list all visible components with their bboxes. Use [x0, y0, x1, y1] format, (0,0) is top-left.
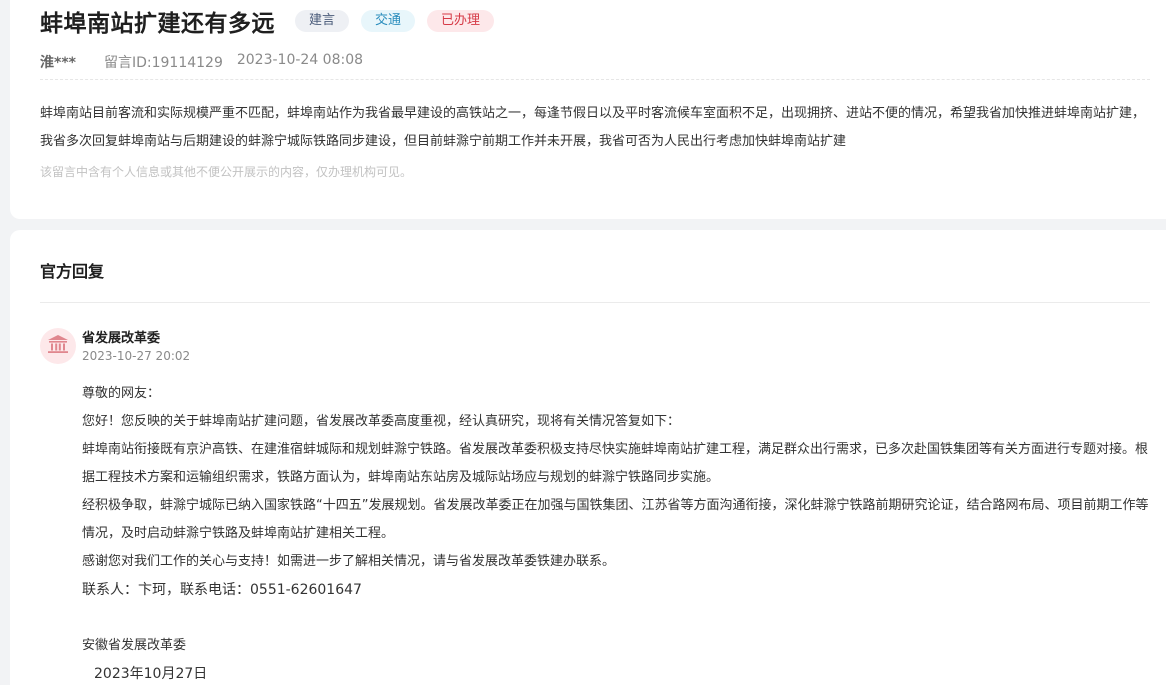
reply-date: 2023-10-27 20:02 — [82, 349, 191, 363]
reply-paragraph: 您好！您反映的关于蚌埠南站扩建问题，省发展改革委高度重视，经认真研究，现将有关情… — [82, 414, 681, 429]
divider — [40, 79, 1150, 80]
tag-suggestion[interactable]: 建言 — [295, 10, 350, 32]
title-row: 蚌埠南站扩建还有多远 建言 交通 已办理 — [40, 4, 495, 38]
reply-organization: 省发展改革委 — [82, 331, 161, 346]
government-building-icon — [47, 334, 69, 358]
message-datetime: 2023-10-24 08:08 — [236, 52, 364, 68]
reply-paragraph: 蚌埠南站衔接既有京沪高铁、在建淮宿蚌城际和规划蚌滁宁铁路。省发展改革委积极支持尽… — [82, 442, 1149, 485]
author-name: 淮*** — [40, 55, 76, 71]
reply-body: 尊敬的网友： 您好！您反映的关于蚌埠南站扩建问题，省发展改革委高度重视，经认真研… — [82, 380, 1157, 685]
divider — [40, 302, 1150, 303]
reply-signature: 安徽省发展改革委 — [82, 638, 187, 653]
reply-paragraph: 经积极争取，蚌滁宁城际已纳入国家铁路“十四五”发展规划。省发展改革委正在加强与国… — [82, 498, 1149, 541]
avatar — [40, 328, 76, 364]
message-content: 蚌埠南站目前客流和实际规模严重不匹配，蚌埠南站作为我省最早建设的高铁站之一，每逢… — [40, 106, 1146, 149]
page-title: 蚌埠南站扩建还有多远 — [40, 11, 275, 37]
message-card: 蚌埠南站扩建还有多远 建言 交通 已办理 淮*** 留言ID:19114129 … — [10, 0, 1166, 219]
reply-sign-date: 2023年10月27日 — [94, 666, 208, 682]
reply-paragraph: 感谢您对我们工作的关心与支持！如需进一步了解相关情况，请与省发展改革委铁建办联系… — [82, 554, 616, 569]
official-reply-card: 官方回复 省发展改革委 2023-10-27 20:02 尊敬的网友： 您好！您… — [10, 230, 1166, 685]
section-title: 官方回复 — [40, 262, 105, 281]
privacy-note: 该留言中含有个人信息或其他不便公开展示的内容，仅办理机构可见。 — [40, 165, 413, 179]
message-id: 留言ID:19114129 — [103, 55, 223, 71]
status-badge: 已办理 — [427, 10, 495, 32]
message-meta: 淮*** 留言ID:19114129 2023-10-24 08:08 — [40, 52, 363, 72]
tag-transport[interactable]: 交通 — [361, 10, 416, 32]
reply-contact: 联系人：卞珂，联系电话：0551-62601647 — [82, 582, 362, 598]
reply-greeting: 尊敬的网友： — [82, 386, 161, 401]
